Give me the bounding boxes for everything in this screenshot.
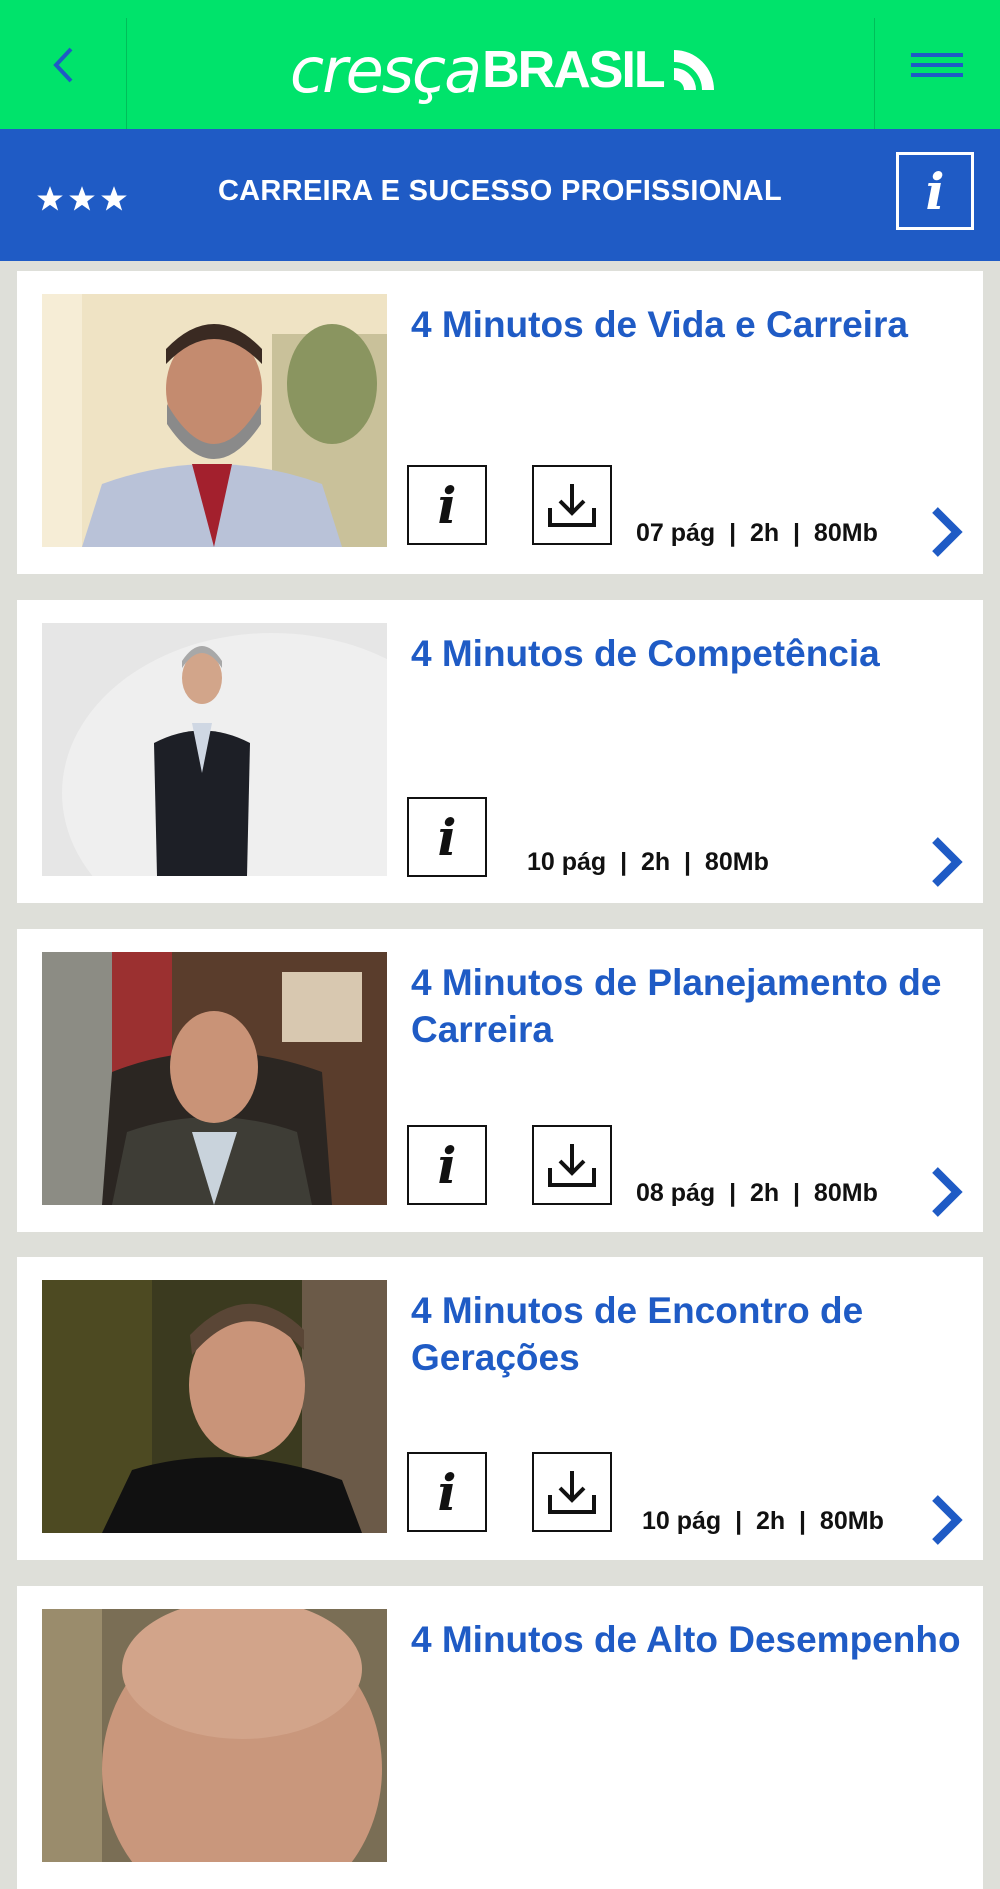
download-icon bbox=[548, 484, 596, 527]
logo-text-brasil: BRASIL bbox=[482, 41, 666, 99]
course-card[interactable]: 4 Minutos de Encontro de Gerações i 10 p… bbox=[17, 1257, 983, 1560]
course-info-button[interactable]: i bbox=[407, 465, 487, 545]
course-title[interactable]: 4 Minutos de Alto Desempenho bbox=[411, 1616, 961, 1663]
header-divider bbox=[126, 18, 127, 129]
app-header: cresça BRASIL bbox=[0, 0, 1000, 129]
course-card[interactable]: 4 Minutos de Planejamento de Carreira i … bbox=[17, 929, 983, 1232]
app-logo: cresça BRASIL bbox=[290, 30, 718, 110]
chevron-left-icon bbox=[53, 47, 73, 82]
download-icon bbox=[548, 1471, 596, 1514]
course-meta: 08 pág | 2h | 80Mb bbox=[636, 1179, 878, 1207]
course-card[interactable]: 4 Minutos de Alto Desempenho bbox=[17, 1586, 983, 1889]
course-title[interactable]: 4 Minutos de Planejamento de Carreira bbox=[411, 959, 961, 1053]
chevron-right-icon[interactable] bbox=[927, 834, 967, 890]
course-thumbnail[interactable] bbox=[42, 952, 387, 1205]
course-thumbnail[interactable] bbox=[42, 294, 387, 547]
course-title[interactable]: 4 Minutos de Vida e Carreira bbox=[411, 301, 961, 348]
star-icon bbox=[69, 186, 95, 211]
logo-signal-icon bbox=[673, 50, 714, 90]
course-title[interactable]: 4 Minutos de Competência bbox=[411, 630, 961, 677]
course-info-button[interactable]: i bbox=[407, 1452, 487, 1532]
logo-text-cresca: cresça bbox=[290, 33, 482, 107]
star-icon bbox=[37, 186, 63, 211]
download-button[interactable] bbox=[532, 1452, 612, 1532]
course-thumbnail[interactable] bbox=[42, 623, 387, 876]
course-info-button[interactable]: i bbox=[407, 797, 487, 877]
course-meta: 10 pág | 2h | 80Mb bbox=[527, 848, 769, 876]
chevron-right-icon[interactable] bbox=[927, 1164, 967, 1220]
download-icon bbox=[548, 1144, 596, 1187]
category-info-button[interactable]: i bbox=[896, 152, 974, 230]
category-title: CARREIRA E SUCESSO PROFISSIONAL bbox=[217, 175, 783, 207]
course-title[interactable]: 4 Minutos de Encontro de Gerações bbox=[411, 1287, 961, 1381]
course-meta: 07 pág | 2h | 80Mb bbox=[636, 519, 878, 547]
course-info-button[interactable]: i bbox=[407, 1125, 487, 1205]
chevron-right-icon[interactable] bbox=[927, 504, 967, 560]
chevron-right-icon[interactable] bbox=[927, 1492, 967, 1548]
course-thumbnail[interactable] bbox=[42, 1609, 387, 1862]
back-button[interactable] bbox=[0, 0, 126, 129]
download-button[interactable] bbox=[532, 1125, 612, 1205]
course-meta: 10 pág | 2h | 80Mb bbox=[642, 1507, 884, 1535]
course-thumbnail[interactable] bbox=[42, 1280, 387, 1533]
rating-stars bbox=[36, 185, 128, 213]
menu-button[interactable] bbox=[874, 0, 1000, 129]
hamburger-menu-icon bbox=[911, 52, 963, 77]
download-button[interactable] bbox=[532, 465, 612, 545]
star-icon bbox=[101, 186, 127, 211]
category-bar: CARREIRA E SUCESSO PROFISSIONAL i bbox=[0, 129, 1000, 261]
course-card[interactable]: 4 Minutos de Competência i 10 pág | 2h |… bbox=[17, 600, 983, 903]
course-card[interactable]: 4 Minutos de Vida e Carreira i 07 pág | … bbox=[17, 271, 983, 574]
